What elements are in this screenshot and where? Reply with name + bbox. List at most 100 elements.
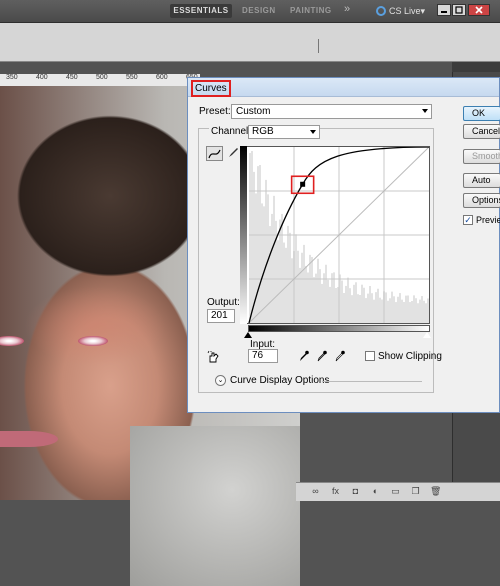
layer-mask-icon[interactable]: ◘	[350, 486, 361, 497]
curve-graph[interactable]	[240, 146, 430, 324]
pencil-draw-tool[interactable]	[226, 146, 240, 161]
histogram-bar	[355, 282, 357, 323]
on-image-adjustment-tool[interactable]	[207, 350, 221, 367]
histogram-bar	[403, 302, 405, 323]
more-workspaces-button[interactable]: »	[344, 3, 350, 15]
gray-eyedropper[interactable]	[316, 350, 327, 362]
histogram-bar	[325, 264, 327, 323]
close-window-button[interactable]	[468, 4, 490, 16]
histogram-bar	[319, 269, 321, 323]
histogram-bar	[289, 232, 291, 323]
histogram-bar	[365, 298, 367, 323]
histogram-bar	[255, 193, 257, 323]
input-field[interactable]: 76	[248, 349, 278, 363]
workspace-design[interactable]: DESIGN	[242, 4, 276, 18]
histogram-bar	[397, 296, 399, 323]
lips	[0, 431, 58, 447]
histogram-bar	[283, 242, 285, 323]
link-layers-icon[interactable]: ∞	[310, 486, 321, 497]
panel-dock-header[interactable]	[452, 62, 500, 72]
histogram-bar	[373, 299, 375, 323]
close-icon	[475, 6, 483, 14]
white-point-slider[interactable]	[423, 332, 431, 338]
histogram-bar	[301, 252, 303, 323]
histogram-bar	[389, 298, 391, 323]
delete-layer-icon[interactable]: 🗑	[430, 486, 441, 497]
histogram-bar	[409, 302, 411, 323]
histogram-bar	[415, 298, 417, 323]
histogram-bar	[277, 240, 279, 323]
histogram-bar	[261, 203, 263, 323]
curve-graph-canvas[interactable]	[241, 146, 430, 324]
curve-display-options-label: Curve Display Options	[230, 375, 330, 386]
histogram-bar	[345, 285, 347, 323]
histogram-bar	[311, 257, 313, 323]
cs-live-button[interactable]: CS Live▾	[376, 4, 425, 18]
histogram-bar	[401, 299, 403, 323]
histogram-bar	[313, 277, 315, 323]
histogram-bar	[317, 258, 319, 323]
preset-value: Custom	[236, 106, 271, 117]
ruler-tick-label: 350	[6, 74, 18, 81]
channel-dropdown[interactable]: RGB	[248, 125, 320, 139]
histogram-bar	[321, 283, 323, 323]
histogram-bar	[399, 293, 401, 323]
curve-edit-tool[interactable]	[206, 146, 223, 161]
maximize-button[interactable]	[452, 4, 466, 16]
dialog-title-bar[interactable]: Curves	[188, 78, 499, 97]
cs-live-label: CS Live	[389, 6, 421, 16]
minimize-button[interactable]	[437, 4, 451, 16]
hand-icon	[207, 350, 219, 363]
black-eyedropper[interactable]	[298, 350, 309, 362]
preview-checkbox[interactable]: ✓	[463, 215, 473, 225]
histogram-bar	[381, 299, 383, 323]
histogram-bar	[281, 213, 283, 323]
histogram-bar	[305, 265, 307, 323]
auto-button[interactable]: Auto	[463, 173, 500, 188]
histogram-bar	[265, 179, 267, 323]
white-eyedropper-icon	[335, 350, 345, 362]
preset-label: Preset:	[199, 106, 231, 117]
histogram-bar	[331, 273, 333, 323]
layer-style-icon[interactable]: fx	[330, 486, 341, 497]
preset-dropdown[interactable]: Custom	[231, 104, 432, 119]
new-group-icon[interactable]: ▭	[390, 486, 401, 497]
histogram-bar	[413, 295, 415, 323]
histogram-bar	[263, 206, 265, 323]
histogram-bar	[323, 273, 325, 323]
cancel-button[interactable]: Cancel	[463, 124, 500, 139]
show-clipping-checkbox[interactable]	[365, 351, 375, 361]
chevron-down-icon	[310, 130, 316, 134]
histogram-bar	[341, 280, 343, 323]
new-layer-icon[interactable]: ❐	[410, 486, 421, 497]
output-gradient-bar	[240, 146, 247, 324]
workspace-essentials[interactable]: ESSENTIALS	[170, 4, 232, 18]
smooth-button[interactable]: Smooth	[463, 149, 500, 164]
dialog-title: Curves	[191, 80, 231, 97]
white-eyedropper[interactable]	[334, 350, 345, 362]
workspace-painting[interactable]: PAINTING	[290, 4, 332, 18]
histogram-bar	[271, 213, 273, 323]
output-field[interactable]: 201	[207, 309, 235, 323]
histogram-bar	[257, 166, 259, 323]
histogram-bar	[269, 226, 271, 323]
histogram-bar	[405, 295, 407, 323]
maximize-icon	[455, 6, 463, 14]
histogram-bar	[407, 295, 409, 323]
histogram-bar	[285, 247, 287, 323]
curve-control-point[interactable]	[300, 181, 306, 187]
black-point-slider[interactable]	[244, 332, 252, 338]
adjustment-layer-icon[interactable]: ◐	[370, 486, 381, 497]
histogram-bar	[427, 298, 429, 323]
output-label: Output:	[207, 297, 240, 308]
histogram-bar	[327, 279, 329, 323]
ok-button[interactable]: OK	[463, 106, 500, 121]
histogram-bar	[315, 273, 317, 323]
histogram-bar	[351, 295, 353, 323]
options-button[interactable]: Options...	[463, 193, 500, 208]
options-separator	[318, 39, 319, 53]
histogram-bar	[411, 300, 413, 323]
expand-options-button[interactable]: ⌄	[215, 375, 226, 386]
histogram-bar	[425, 303, 427, 323]
histogram-bar	[367, 293, 369, 323]
